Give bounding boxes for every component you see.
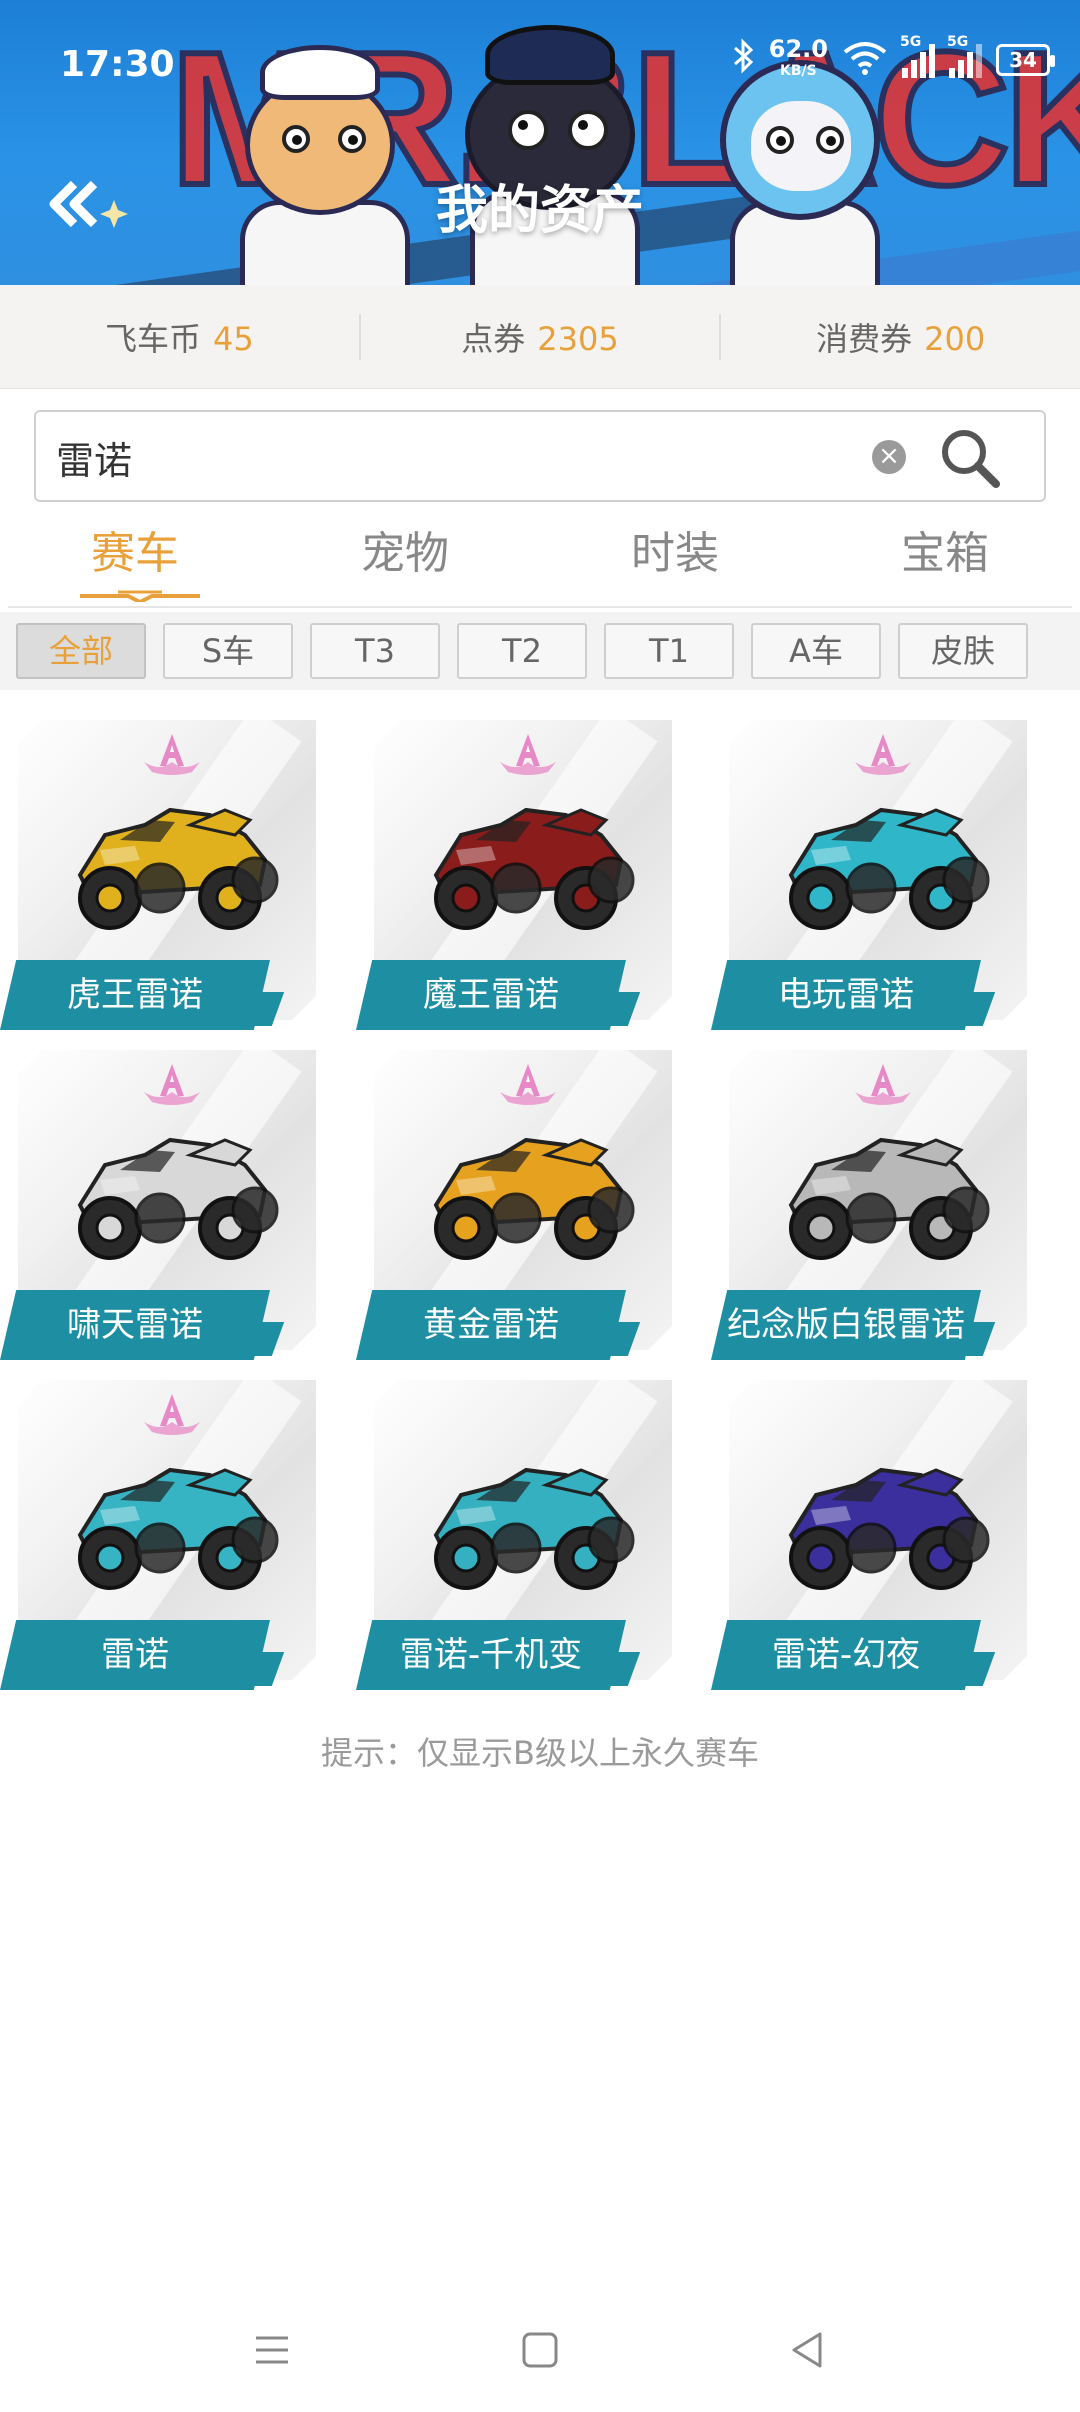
balance-label: 点券 — [461, 319, 526, 358]
header-banner: MR.BLACK 17:30 62.0 KB/S — [0, 0, 1080, 285]
bluetooth-icon — [733, 38, 755, 82]
tab-label: 宝箱 — [901, 528, 989, 579]
filter-chips: 全部 S车 T3 T2 T1 A车 皮肤 — [0, 612, 1080, 690]
net-speed-unit: KB/S — [780, 63, 817, 79]
car-image — [788, 1467, 990, 1590]
balance-value: 2305 — [537, 319, 619, 358]
page-title: 我的资产 — [435, 181, 644, 241]
balance-label: 飞车币 — [104, 319, 201, 358]
hint-text: 提示：仅显示B级以上永久赛车 — [321, 1734, 759, 1772]
status-icons: 62.0 KB/S 5G 5G 34 — [733, 34, 1055, 82]
close-icon: × — [878, 441, 900, 471]
clear-search-button[interactable]: × — [872, 440, 906, 474]
car-card[interactable]: A雷诺 — [0, 1380, 320, 1690]
car-card[interactable]: A电玩雷诺 — [711, 720, 1031, 1030]
tab-pets[interactable]: 宠物 — [270, 512, 540, 608]
tab-outfits[interactable]: 时装 — [540, 512, 810, 608]
filter-s[interactable]: S车 — [163, 623, 293, 679]
balance-coins: 飞车币 45 — [0, 314, 359, 360]
grade-a-badge-icon — [144, 1064, 200, 1105]
car-image — [433, 1137, 635, 1260]
search-input[interactable] — [56, 428, 876, 486]
car-image — [433, 807, 635, 930]
app-root: MR.BLACK 17:30 62.0 KB/S — [0, 0, 1080, 2412]
car-name: 电玩雷诺 — [711, 960, 981, 1030]
filter-skin[interactable]: 皮肤 — [898, 623, 1028, 679]
car-card[interactable]: A黄金雷诺 — [356, 1050, 676, 1360]
car-image — [77, 1137, 279, 1260]
car-name: 啸天雷诺 — [0, 1290, 270, 1360]
car-card[interactable]: 雷诺-幻夜 — [711, 1380, 1031, 1690]
car-card[interactable]: A虎王雷诺 — [0, 720, 320, 1030]
tab-label: 赛车 — [91, 528, 179, 579]
car-name: 纪念版白银雷诺 — [711, 1290, 981, 1360]
car-image — [77, 807, 279, 930]
divider — [8, 606, 1072, 608]
balance-label: 消费券 — [816, 319, 913, 358]
status-time: 17:30 — [60, 44, 175, 85]
wifi-icon — [842, 40, 888, 80]
menu-icon — [256, 2336, 288, 2364]
sim2-label: 5G — [947, 34, 969, 50]
tab-label: 时装 — [631, 528, 719, 579]
balance-points: 点券 2305 — [361, 314, 720, 360]
car-name: 魔王雷诺 — [356, 960, 626, 1030]
filter-t3[interactable]: T3 — [310, 623, 440, 679]
net-speed: 62.0 KB/S — [768, 35, 828, 82]
filter-a[interactable]: A车 — [751, 623, 881, 679]
car-name: 虎王雷诺 — [0, 960, 270, 1030]
car-name: 黄金雷诺 — [356, 1290, 626, 1360]
signal-icon: 5G — [947, 34, 982, 78]
back-triangle-icon — [792, 2332, 822, 2368]
menu-button[interactable] — [242, 2320, 302, 2380]
search-icon — [942, 430, 1000, 488]
grade-a-badge-icon — [500, 1064, 556, 1105]
category-tabs: 赛车 宠物 时装 宝箱 — [0, 512, 1080, 608]
car-card[interactable]: 雷诺-千机变 — [356, 1380, 676, 1690]
filter-all[interactable]: 全部 — [16, 623, 146, 679]
home-icon — [522, 2332, 558, 2368]
tab-chests[interactable]: 宝箱 — [810, 512, 1080, 608]
car-image — [788, 807, 990, 930]
grade-a-badge-icon — [144, 1394, 200, 1435]
nav-back-button[interactable] — [778, 2320, 838, 2380]
car-image — [77, 1467, 279, 1590]
balance-value: 200 — [924, 319, 986, 358]
balance-value: 45 — [212, 319, 254, 358]
filter-t1[interactable]: T1 — [604, 623, 734, 679]
car-card[interactable]: A纪念版白银雷诺 — [711, 1050, 1031, 1360]
battery-icon: 34 — [996, 44, 1055, 76]
search-box: × — [34, 410, 1046, 502]
car-image — [433, 1467, 635, 1590]
tab-label: 宠物 — [361, 528, 449, 579]
signal-icon: 5G — [900, 34, 935, 78]
system-nav-bar — [0, 2290, 1080, 2412]
car-name: 雷诺-千机变 — [356, 1620, 626, 1690]
car-card[interactable]: A啸天雷诺 — [0, 1050, 320, 1360]
active-tab-indicator — [80, 590, 200, 602]
net-speed-value: 62.0 — [768, 35, 828, 63]
grade-a-badge-icon — [500, 734, 556, 775]
balance-vouchers: 消费券 200 — [721, 314, 1080, 360]
filter-t2[interactable]: T2 — [457, 623, 587, 679]
tab-cars[interactable]: 赛车 — [0, 512, 270, 608]
car-name: 雷诺-幻夜 — [711, 1620, 981, 1690]
home-button[interactable] — [510, 2320, 570, 2380]
car-name: 雷诺 — [0, 1620, 270, 1690]
balance-bar: 飞车币 45 点券 2305 消费券 200 — [0, 285, 1080, 389]
search-button[interactable] — [936, 424, 1006, 494]
car-image — [788, 1137, 990, 1260]
grade-a-badge-icon — [144, 734, 200, 775]
sim1-label: 5G — [900, 34, 922, 50]
grade-a-badge-icon — [855, 1064, 911, 1105]
car-card[interactable]: A魔王雷诺 — [356, 720, 676, 1030]
grade-a-badge-icon — [855, 734, 911, 775]
